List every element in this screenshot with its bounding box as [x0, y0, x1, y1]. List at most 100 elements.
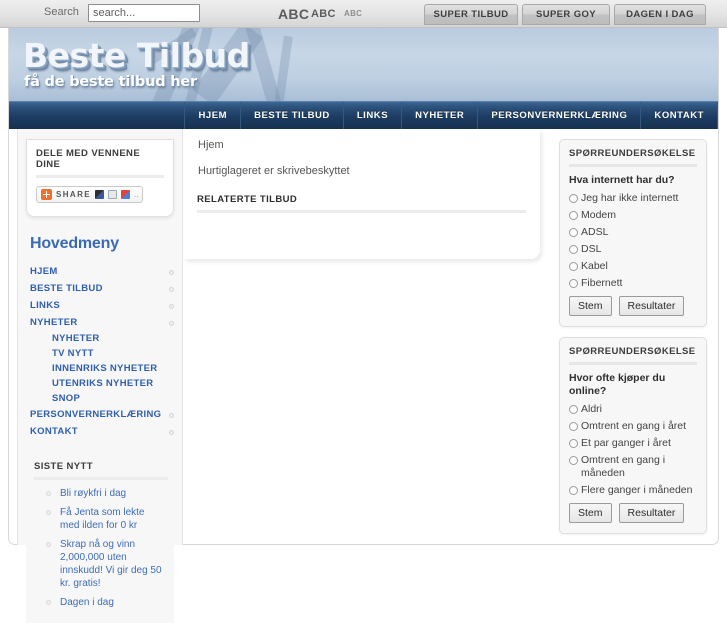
bullet-icon: [169, 321, 174, 326]
poll-option-label: Kabel: [581, 260, 608, 272]
font-size-medium-button[interactable]: ABC: [311, 0, 336, 28]
share-button[interactable]: SHARE ..: [36, 186, 144, 203]
sidebar-subitem-nyheter[interactable]: NYHETER: [18, 331, 182, 346]
list-item[interactable]: Få Jenta som lekte med ilden for 0 kr: [34, 506, 168, 538]
main-content: Hjem Hurtiglageret er skrivebeskyttet RE…: [184, 129, 552, 545]
tab-dagen-i-dag[interactable]: DAGEN I DAG: [614, 4, 706, 25]
vote-button[interactable]: Stem: [569, 503, 612, 523]
poll-module-1: SPØRREUNDERSØKELSE Hva internett har du?…: [559, 139, 707, 327]
share-button-label: SHARE: [56, 190, 92, 199]
font-size-large-button[interactable]: ABC: [278, 0, 309, 28]
list-item[interactable]: Dagen i dag: [34, 596, 168, 615]
poll-option[interactable]: Et par ganger i året: [569, 437, 697, 450]
site-logo-tagline: få de beste tilbud her: [24, 74, 197, 90]
poll-title: SPØRREUNDERSØKELSE: [569, 148, 697, 167]
news-link: Få Jenta som lekte med ilden for 0 kr: [60, 507, 145, 531]
news-link: Bli røykfri i dag: [60, 488, 127, 499]
main-menu-heading: Hovedmeny: [30, 235, 119, 252]
vote-button[interactable]: Stem: [569, 296, 612, 316]
sidebar-subitem-utenriks-nyheter[interactable]: UTENRIKS NYHETER: [18, 376, 182, 391]
poll-option[interactable]: Omtrent en gang i måneden: [569, 454, 697, 480]
sidebar-item-label: BESTE TILBUD: [30, 283, 103, 294]
page-container: Beste Tilbud få de beste tilbud her HJEM…: [8, 28, 719, 623]
sidebar-item-label: NYHETER: [30, 317, 78, 328]
search-input[interactable]: [88, 4, 200, 22]
sidebar-item-kontakt[interactable]: KONTAKT: [18, 423, 182, 440]
main-menu-list: HJEM BESTE TILBUD LINKS NYHETER NYHETER …: [18, 263, 182, 440]
top-utility-bar: Search ABC ABC ABC SUPER TILBUD SUPER GO…: [0, 0, 727, 28]
poll-option-label: Flere ganger i måneden: [581, 484, 693, 496]
poll-option[interactable]: Modem: [569, 209, 697, 222]
more-networks-icon[interactable]: [121, 190, 131, 199]
left-sidebar: DELE MED VENNENE DINE SHARE .. Hovedmeny…: [17, 129, 183, 623]
bullet-icon: [169, 413, 174, 418]
radio-icon[interactable]: [569, 405, 578, 414]
poll-option[interactable]: Flere ganger i måneden: [569, 484, 697, 497]
nav-item-beste-tilbud[interactable]: BESTE TILBUD: [241, 102, 344, 129]
sidebar-item-label: KONTAKT: [30, 426, 78, 437]
page-message: Hurtiglageret er skrivebeskyttet: [198, 165, 350, 177]
radio-icon[interactable]: [569, 228, 578, 237]
related-offers-title: RELATERTE TILBUD: [197, 194, 526, 213]
sidebar-item-hjem[interactable]: HJEM: [18, 263, 182, 280]
results-button[interactable]: Resultater: [618, 296, 685, 316]
sidebar-subitem-tv-nytt[interactable]: TV NYTT: [18, 346, 182, 361]
radio-icon[interactable]: [569, 245, 578, 254]
nav-item-kontakt[interactable]: KONTAKT: [641, 102, 718, 129]
share-more-dots[interactable]: ..: [134, 190, 138, 199]
bullet-icon: [169, 430, 174, 435]
poll-option-label: Modem: [581, 209, 617, 221]
poll-option-label: Omtrent en gang i måneden: [581, 454, 666, 479]
nav-item-nyheter[interactable]: NYHETER: [402, 102, 479, 129]
header-decoration-shape: [274, 35, 293, 101]
results-button[interactable]: Resultater: [618, 503, 685, 523]
radio-icon[interactable]: [569, 262, 578, 271]
bullet-icon: [169, 287, 174, 292]
poll-option[interactable]: Fibernett: [569, 277, 697, 290]
nav-item-links[interactable]: LINKS: [344, 102, 403, 129]
radio-icon[interactable]: [569, 456, 578, 465]
poll-option[interactable]: Omtrent en gang i året: [569, 420, 697, 433]
site-logo-title[interactable]: Beste Tilbud: [23, 36, 250, 75]
sidebar-item-personvernerklaering[interactable]: PERSONVERNERKLÆRING: [18, 406, 182, 423]
sidebar-item-label: PERSONVERNERKLÆRING: [30, 409, 162, 420]
radio-icon[interactable]: [569, 211, 578, 220]
list-item[interactable]: Skrap nå og vinn 2,000,000 uten innskudd…: [34, 538, 168, 596]
poll-actions: Stem Resultater: [569, 296, 697, 316]
poll-option-label: DSL: [581, 243, 602, 255]
sidebar-item-label: HJEM: [30, 266, 58, 277]
sidebar-item-label: LINKS: [30, 300, 60, 311]
sidebar-item-beste-tilbud[interactable]: BESTE TILBUD: [18, 280, 182, 297]
bullet-icon: [169, 304, 174, 309]
tab-super-goy[interactable]: SUPER GOY: [522, 4, 610, 25]
nav-item-hjem[interactable]: HJEM: [185, 102, 242, 129]
poll-option[interactable]: Aldri: [569, 403, 697, 416]
sidebar-subitem-snop[interactable]: SNOP: [18, 391, 182, 406]
bullet-icon: [169, 270, 174, 275]
facebook-icon[interactable]: [95, 190, 105, 199]
sidebar-item-nyheter[interactable]: NYHETER: [18, 314, 182, 331]
tab-super-tilbud[interactable]: SUPER TILBUD: [424, 4, 518, 25]
bullet-icon: [46, 510, 51, 515]
poll-option-label: Aldri: [581, 403, 603, 415]
radio-icon[interactable]: [569, 422, 578, 431]
poll-option[interactable]: Kabel: [569, 260, 697, 273]
bullet-icon: [46, 491, 51, 496]
breadcrumb[interactable]: Hjem: [198, 139, 224, 151]
list-item[interactable]: Bli røykfri i dag: [34, 487, 168, 506]
site-header: Beste Tilbud få de beste tilbud her: [9, 28, 718, 101]
poll-option[interactable]: ADSL: [569, 226, 697, 239]
radio-icon[interactable]: [569, 194, 578, 203]
poll-question: Hvor ofte kjøper du online?: [569, 372, 666, 397]
poll-option-label: Fibernett: [581, 277, 623, 289]
font-size-small-button[interactable]: ABC: [344, 0, 362, 28]
nav-item-personvernerklaering[interactable]: PERSONVERNERKLÆRING: [478, 102, 642, 129]
poll-option[interactable]: Jeg har ikke internett: [569, 192, 697, 205]
radio-icon[interactable]: [569, 279, 578, 288]
sidebar-item-links[interactable]: LINKS: [18, 297, 182, 314]
poll-option[interactable]: DSL: [569, 243, 697, 256]
radio-icon[interactable]: [569, 439, 578, 448]
radio-icon[interactable]: [569, 486, 578, 495]
email-icon[interactable]: [108, 190, 118, 199]
sidebar-subitem-innenriks-nyheter[interactable]: INNENRIKS NYHETER: [18, 361, 182, 376]
